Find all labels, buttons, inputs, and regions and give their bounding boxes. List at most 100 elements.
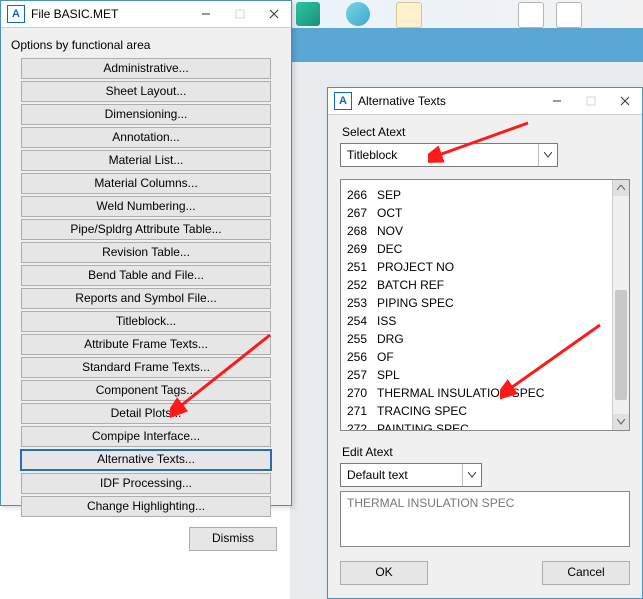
bg-doc-icon — [556, 2, 582, 28]
options-section-label: Options by functional area — [11, 38, 283, 52]
list-item-number: 254 — [347, 312, 377, 330]
option-button[interactable]: Alternative Texts... — [20, 449, 272, 471]
app-logo-icon: A — [7, 5, 25, 23]
maximize-button — [223, 1, 257, 27]
list-item-number: 269 — [347, 240, 377, 258]
list-item-number: 272 — [347, 420, 377, 430]
option-button[interactable]: Sheet Layout... — [21, 81, 271, 102]
option-button[interactable]: Attribute Frame Texts... — [21, 334, 271, 355]
list-item-number: 255 — [347, 330, 377, 348]
list-item-number: 257 — [347, 366, 377, 384]
list-item[interactable]: 252BATCH REF — [341, 276, 612, 294]
bg-app-icon — [296, 2, 320, 26]
list-item-number: 256 — [347, 348, 377, 366]
close-button[interactable] — [608, 88, 642, 114]
alt-title: Alternative Texts — [358, 94, 540, 108]
list-item-text: PIPING SPEC — [377, 296, 454, 310]
option-button[interactable]: Titleblock... — [21, 311, 271, 332]
scroll-thumb[interactable] — [615, 290, 627, 400]
option-button[interactable]: Change Highlighting... — [21, 496, 271, 517]
option-button[interactable]: IDF Processing... — [21, 473, 271, 494]
list-item-text: NOV — [377, 224, 403, 238]
list-item-number: 253 — [347, 294, 377, 312]
list-item-text: OCT — [377, 206, 402, 220]
list-item-text: BATCH REF — [377, 278, 444, 292]
maximize-button — [574, 88, 608, 114]
list-item-text: PAINTING SPEC — [377, 422, 469, 430]
option-button[interactable]: Annotation... — [21, 127, 271, 148]
minimize-button[interactable] — [540, 88, 574, 114]
option-button[interactable]: Component Tags... — [21, 380, 271, 401]
scroll-down-button[interactable] — [613, 414, 629, 430]
select-atext-value: Titleblock — [341, 148, 538, 162]
list-item-text: PROJECT NO — [377, 260, 454, 274]
list-item[interactable]: 272PAINTING SPEC — [341, 420, 612, 430]
list-item-number: 271 — [347, 402, 377, 420]
background-taskbar — [290, 0, 643, 28]
options-window: A File BASIC.MET Options by functional a… — [0, 0, 292, 506]
option-button[interactable]: Pipe/Spldrg Attribute Table... — [21, 219, 271, 240]
option-button[interactable]: Administrative... — [21, 58, 271, 79]
atext-listbox[interactable]: 266SEP267OCT268NOV269DEC251PROJECT NO252… — [340, 179, 630, 431]
list-scrollbar[interactable] — [612, 180, 629, 430]
option-button[interactable]: Weld Numbering... — [21, 196, 271, 217]
list-item[interactable]: 266SEP — [341, 186, 612, 204]
cancel-button[interactable]: Cancel — [542, 561, 630, 585]
select-atext-label: Select Atext — [342, 125, 630, 139]
list-item[interactable]: 256OF — [341, 348, 612, 366]
list-item[interactable]: 253PIPING SPEC — [341, 294, 612, 312]
option-button[interactable]: Material List... — [21, 150, 271, 171]
list-item-number: 270 — [347, 384, 377, 402]
list-item[interactable]: 271TRACING SPEC — [341, 402, 612, 420]
options-titlebar: A File BASIC.MET — [1, 1, 291, 28]
option-button[interactable]: Compipe Interface... — [21, 426, 271, 447]
list-item-text: DEC — [377, 242, 402, 256]
bg-edge-icon — [346, 2, 370, 26]
list-item-number: 266 — [347, 186, 377, 204]
list-item[interactable]: 257SPL — [341, 366, 612, 384]
app-logo-icon: A — [334, 92, 352, 110]
option-button[interactable]: Material Columns... — [21, 173, 271, 194]
option-button[interactable]: Dimensioning... — [21, 104, 271, 125]
list-item-text: ISS — [377, 314, 396, 328]
list-item-number: 251 — [347, 258, 377, 276]
minimize-button[interactable] — [189, 1, 223, 27]
list-item[interactable]: 254ISS — [341, 312, 612, 330]
edit-atext-textarea[interactable]: THERMAL INSULATION SPEC — [340, 491, 630, 547]
edit-atext-label: Edit Atext — [342, 445, 630, 459]
edit-atext-combo[interactable]: Default text — [340, 463, 482, 487]
list-item-number: 252 — [347, 276, 377, 294]
alt-titlebar: A Alternative Texts — [328, 88, 642, 115]
options-button-list: Administrative...Sheet Layout...Dimensio… — [9, 58, 283, 517]
select-atext-combo[interactable]: Titleblock — [340, 143, 558, 167]
close-button[interactable] — [257, 1, 291, 27]
option-button[interactable]: Revision Table... — [21, 242, 271, 263]
list-item-number: 268 — [347, 222, 377, 240]
option-button[interactable]: Reports and Symbol File... — [21, 288, 271, 309]
edit-atext-combo-value: Default text — [341, 468, 462, 482]
chevron-down-icon — [462, 464, 481, 486]
list-item-text: SEP — [377, 188, 401, 202]
list-item-text: OF — [377, 350, 394, 364]
background-ribbon — [290, 28, 643, 62]
bg-word-icon — [518, 2, 544, 28]
list-item[interactable]: 255DRG — [341, 330, 612, 348]
ok-button[interactable]: OK — [340, 561, 428, 585]
option-button[interactable]: Detail Plots... — [21, 403, 271, 424]
options-title: File BASIC.MET — [31, 7, 189, 21]
list-item-text: THERMAL INSULATION SPEC — [377, 386, 544, 400]
list-item-text: SPL — [377, 368, 400, 382]
list-item[interactable]: 267OCT — [341, 204, 612, 222]
list-item[interactable]: 251PROJECT NO — [341, 258, 612, 276]
bg-folder-icon — [396, 2, 422, 28]
chevron-down-icon — [538, 144, 557, 166]
option-button[interactable]: Bend Table and File... — [21, 265, 271, 286]
list-item-text: DRG — [377, 332, 404, 346]
list-item[interactable]: 270THERMAL INSULATION SPEC — [341, 384, 612, 402]
option-button[interactable]: Standard Frame Texts... — [21, 357, 271, 378]
list-item[interactable]: 269DEC — [341, 240, 612, 258]
list-item-text: TRACING SPEC — [377, 404, 467, 418]
dismiss-button[interactable]: Dismiss — [189, 527, 277, 551]
list-item[interactable]: 268NOV — [341, 222, 612, 240]
scroll-up-button[interactable] — [613, 180, 629, 196]
